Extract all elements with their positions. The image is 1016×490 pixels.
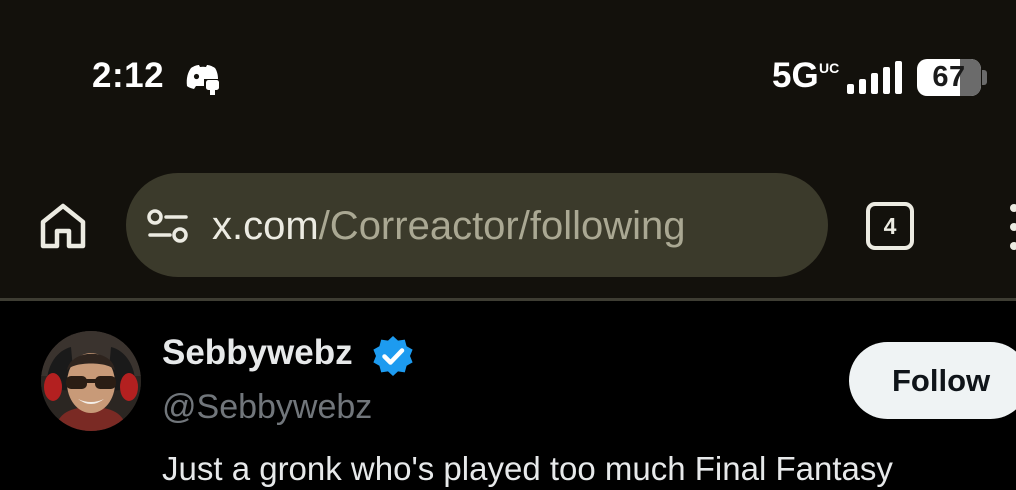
url-text[interactable]: x.com/Correactor/following xyxy=(212,202,686,250)
tune-icon[interactable] xyxy=(146,208,190,244)
tab-switcher-button[interactable]: 4 xyxy=(866,202,914,250)
battery-level: 67 xyxy=(932,61,966,93)
user-handle[interactable]: @Sebbywebz xyxy=(162,385,372,429)
avatar-image xyxy=(41,331,141,431)
more-vertical-icon[interactable] xyxy=(1006,202,1016,252)
screen: 2:12 5G UC 67 x.com/Correactor/following… xyxy=(0,0,1016,490)
user-cell[interactable]: Sebbywebz @Sebbywebz Follow Just a gronk… xyxy=(0,301,1016,490)
browser-chrome: 2:12 5G UC 67 x.com/Correactor/following… xyxy=(0,0,1016,298)
battery-nub xyxy=(982,70,987,85)
battery-indicator: 67 xyxy=(917,59,981,96)
verified-badge-icon xyxy=(373,336,413,376)
network-suffix: UC xyxy=(819,60,840,76)
signal-bars-icon xyxy=(847,61,902,94)
follow-button[interactable]: Follow xyxy=(849,342,1016,419)
follow-button-label: Follow xyxy=(892,363,991,398)
discord-icon xyxy=(186,65,219,95)
network-type: 5G xyxy=(772,56,819,95)
menu-dot xyxy=(1010,242,1016,250)
user-bio: Just a gronk who's played too much Final… xyxy=(162,450,893,487)
menu-dot xyxy=(1010,223,1016,231)
status-time: 2:12 xyxy=(92,56,165,95)
menu-dot xyxy=(1010,204,1016,212)
address-bar[interactable]: x.com/Correactor/following xyxy=(126,173,828,277)
url-domain: x.com xyxy=(212,204,319,248)
home-button[interactable] xyxy=(37,200,89,252)
display-name[interactable]: Sebbywebz xyxy=(162,331,353,375)
url-path: /Correactor/following xyxy=(318,204,686,248)
avatar[interactable] xyxy=(41,331,141,431)
tab-count: 4 xyxy=(866,202,914,250)
